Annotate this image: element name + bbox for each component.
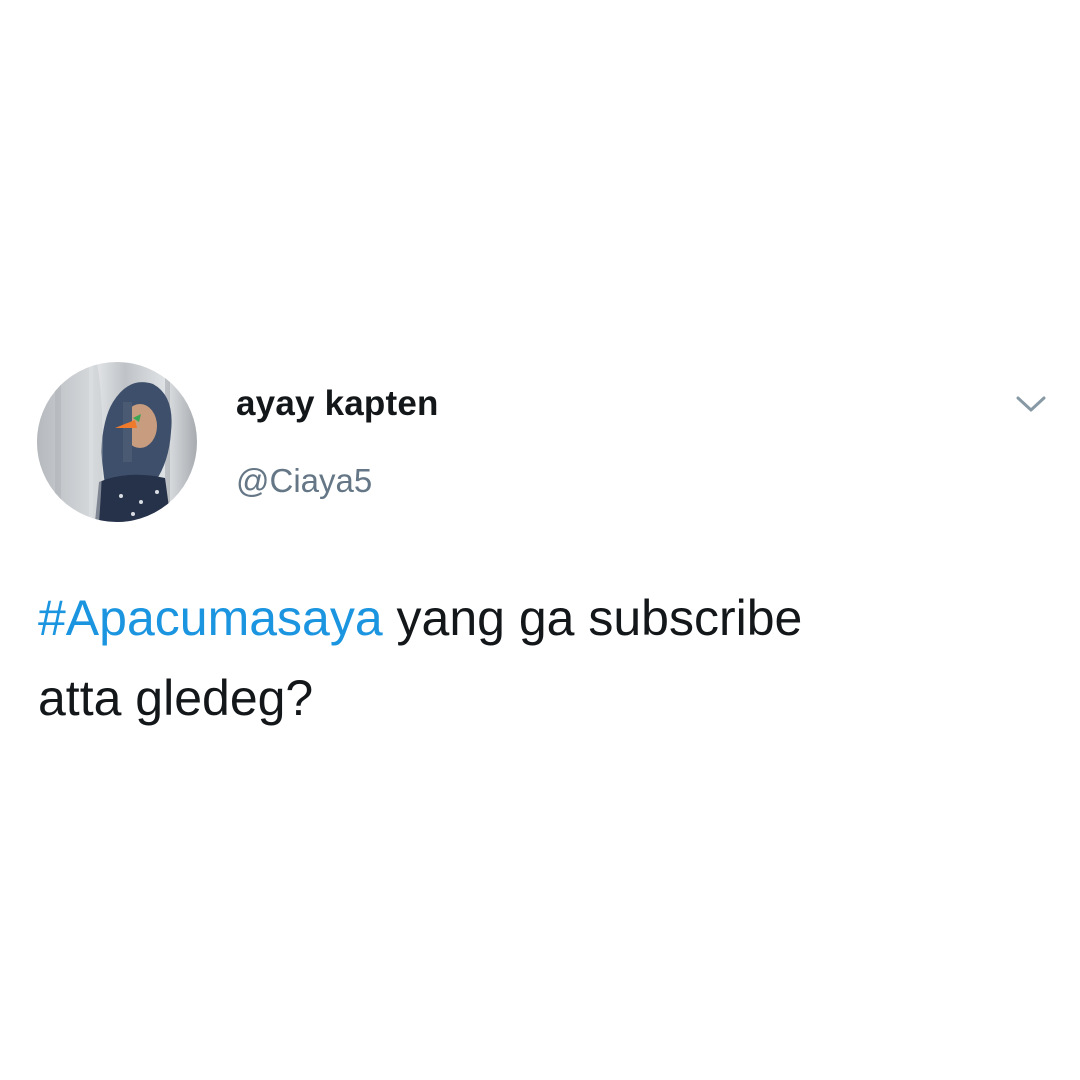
tweet-card: ayay kapten @Ciaya5 #Apacumasaya yang ga… — [0, 0, 1080, 1080]
hashtag-link[interactable]: #Apacumasaya — [38, 590, 383, 646]
tweet-text: #Apacumasaya yang ga subscribe atta gled… — [38, 578, 1048, 738]
author-avatar[interactable] — [37, 362, 197, 522]
chevron-down-icon[interactable] — [1012, 390, 1050, 418]
author-handle[interactable]: @Ciaya5 — [236, 462, 372, 500]
tweet-text-line2: atta gledeg? — [38, 670, 314, 726]
author-display-name[interactable]: ayay kapten — [236, 384, 439, 424]
tweet-text-line1: yang ga subscribe — [382, 590, 803, 646]
profile-photo-icon — [37, 362, 197, 522]
